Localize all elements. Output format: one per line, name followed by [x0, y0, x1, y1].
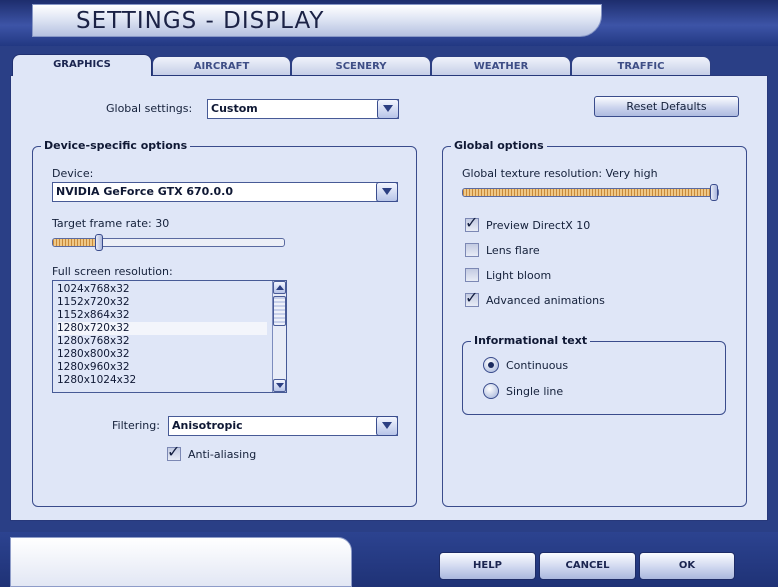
advanced-animations-label: Advanced animations	[486, 294, 605, 307]
settings-panel: Global settings: Custom Reset Defaults D…	[10, 75, 768, 521]
filtering-dropdown[interactable]: Anisotropic	[168, 416, 398, 436]
texture-resolution-slider[interactable]	[462, 184, 719, 201]
scroll-up-button[interactable]	[273, 281, 286, 294]
scroll-thumb[interactable]	[273, 296, 286, 326]
resolution-list[interactable]: 1024x768x32 1152x720x32 1152x864x32 1280…	[52, 280, 287, 393]
list-item[interactable]: 1280x960x32	[57, 361, 130, 374]
light-bloom-label: Light bloom	[486, 269, 552, 282]
reset-defaults-button[interactable]: Reset Defaults	[594, 96, 739, 117]
help-button[interactable]: HELP	[439, 552, 536, 580]
window-title: SETTINGS - DISPLAY	[76, 8, 325, 34]
list-item[interactable]: 1024x768x32	[57, 283, 130, 296]
advanced-animations-checkbox[interactable]: ✓	[465, 289, 479, 307]
texture-resolution-thumb[interactable]	[710, 184, 718, 201]
check-icon: ✓	[167, 442, 181, 461]
tab-scenery[interactable]: SCENERY	[291, 56, 431, 76]
filtering-value: Anisotropic	[172, 419, 243, 432]
texture-resolution-fill	[463, 189, 714, 196]
continuous-radio[interactable]	[483, 357, 499, 373]
preview-directx-label: Preview DirectX 10	[486, 219, 591, 232]
global-settings-label: Global settings:	[106, 102, 193, 115]
filtering-label: Filtering:	[112, 419, 160, 432]
tab-aircraft[interactable]: AIRCRAFT	[152, 56, 291, 76]
device-options-group: Device-specific options Device: NVIDIA G…	[32, 139, 417, 507]
global-options-legend: Global options	[451, 139, 547, 153]
frame-rate-slider[interactable]	[52, 234, 285, 251]
frame-rate-thumb[interactable]	[95, 234, 103, 251]
resolution-scrollbar[interactable]	[272, 281, 286, 392]
global-settings-dropdown[interactable]: Custom	[207, 99, 399, 119]
device-dropdown[interactable]: NVIDIA GeForce GTX 670.0.0	[52, 182, 398, 202]
single-line-radio[interactable]	[483, 383, 499, 399]
scroll-down-button[interactable]	[273, 379, 286, 392]
informational-text-group: Informational text Continuous Single lin…	[462, 334, 726, 415]
informational-text-legend: Informational text	[471, 334, 591, 348]
tab-weather[interactable]: WEATHER	[431, 56, 571, 76]
list-item[interactable]: 1152x864x32	[57, 309, 130, 322]
radio-dot	[488, 362, 494, 368]
anti-aliasing-checkbox[interactable]: ✓	[167, 443, 181, 461]
cancel-button[interactable]: CANCEL	[539, 552, 636, 580]
frame-rate-label: Target frame rate: 30	[52, 217, 170, 230]
resolution-label: Full screen resolution:	[52, 265, 173, 278]
chevron-down-icon[interactable]	[376, 182, 398, 202]
check-icon: ✓	[465, 213, 479, 232]
lens-flare-label: Lens flare	[486, 244, 540, 257]
device-value: NVIDIA GeForce GTX 670.0.0	[56, 185, 234, 198]
list-item[interactable]: 1152x720x32	[57, 296, 130, 309]
chevron-up-icon	[276, 285, 284, 290]
texture-resolution-label: Global texture resolution: Very high	[462, 167, 658, 180]
status-box	[10, 537, 352, 587]
device-label: Device:	[52, 167, 94, 180]
tab-graphics[interactable]: GRAPHICS	[12, 54, 152, 76]
device-options-legend: Device-specific options	[41, 139, 191, 153]
global-settings-value: Custom	[211, 102, 258, 115]
continuous-label: Continuous	[506, 359, 569, 372]
list-item-selected[interactable]: 1280x720x32	[57, 322, 267, 335]
light-bloom-checkbox[interactable]: ✓	[465, 268, 479, 282]
chevron-down-icon	[276, 383, 284, 388]
lens-flare-checkbox[interactable]: ✓	[465, 243, 479, 257]
list-item[interactable]: 1280x768x32	[57, 335, 130, 348]
check-icon: ✓	[465, 288, 479, 307]
single-line-label: Single line	[506, 385, 564, 398]
ok-button[interactable]: OK	[639, 552, 735, 580]
chevron-down-icon[interactable]	[376, 416, 398, 436]
list-item[interactable]: 1280x800x32	[57, 348, 130, 361]
frame-rate-fill	[53, 239, 99, 246]
list-item[interactable]: 1280x1024x32	[57, 374, 136, 387]
global-options-group: Global options Global texture resolution…	[442, 139, 747, 507]
anti-aliasing-label: Anti-aliasing	[188, 448, 257, 461]
chevron-down-icon[interactable]	[377, 99, 399, 119]
tab-traffic[interactable]: TRAFFIC	[571, 56, 711, 76]
preview-directx-checkbox[interactable]: ✓	[465, 214, 479, 232]
